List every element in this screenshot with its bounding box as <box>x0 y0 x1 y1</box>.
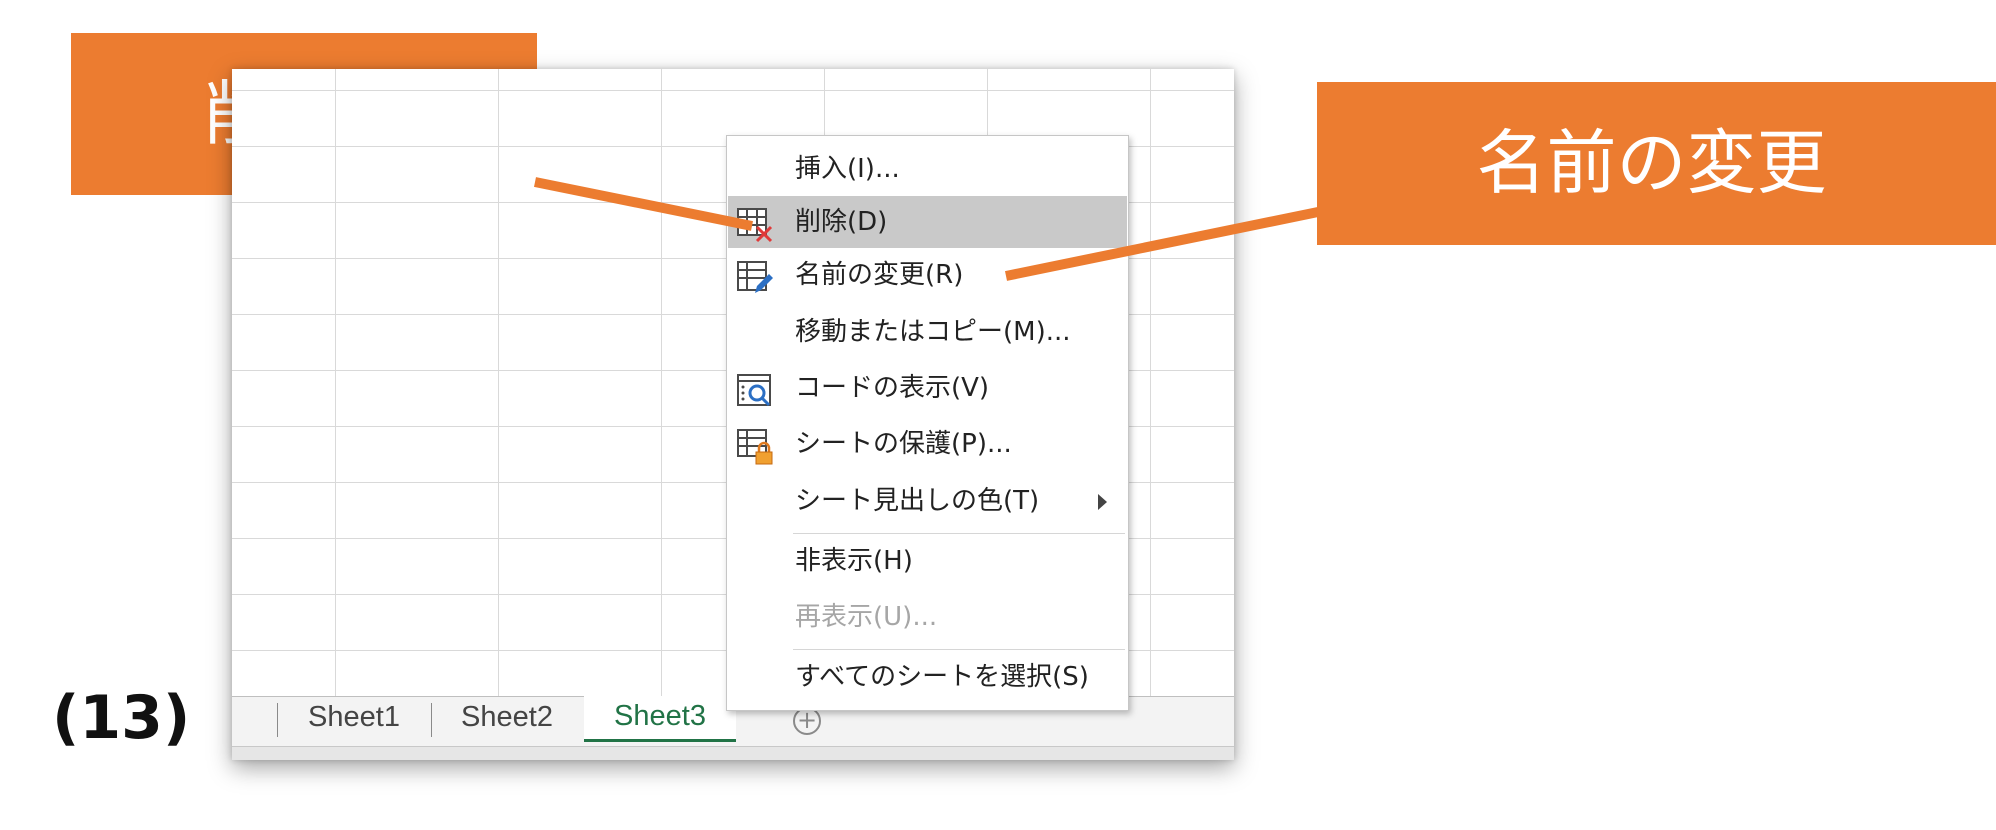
sheet-tab-context-menu: 挿入(I)... 削除(D) 名前の変更(R) 移動またはコピー(M)... コ… <box>726 135 1129 711</box>
menu-item-label: 非表示(H) <box>795 546 913 576</box>
rename-sheet-icon <box>737 261 773 293</box>
status-strip <box>232 746 1234 760</box>
menu-item-tab-color[interactable]: シート見出しの色(T) <box>728 475 1127 527</box>
menu-separator <box>793 649 1125 650</box>
callout-rename: 名前の変更 <box>1317 82 1996 245</box>
menu-item-label: コードの表示(V) <box>795 373 990 403</box>
menu-item-label: シート見出しの色(T) <box>795 486 1040 516</box>
menu-item-insert[interactable]: 挿入(I)... <box>728 143 1127 195</box>
step-number: (13) <box>52 683 191 753</box>
sheet-tab-sheet3-active[interactable]: Sheet3 <box>584 696 736 742</box>
sheet-tab-sheet2[interactable]: Sheet2 <box>432 697 582 741</box>
menu-item-label: すべてのシートを選択(S) <box>795 662 1089 692</box>
menu-item-rename[interactable]: 名前の変更(R) <box>728 249 1127 301</box>
menu-item-unhide: 再表示(U)... <box>728 591 1127 643</box>
add-sheet-button[interactable]: + <box>793 707 821 735</box>
menu-item-move-copy[interactable]: 移動またはコピー(M)... <box>728 306 1127 358</box>
menu-item-view-code[interactable]: コードの表示(V) <box>728 362 1127 414</box>
menu-separator <box>793 533 1125 534</box>
sheet-tab-sheet1[interactable]: Sheet1 <box>278 697 430 741</box>
submenu-arrow-icon <box>1098 494 1107 510</box>
view-code-icon <box>737 374 771 407</box>
menu-item-label: 再表示(U)... <box>795 602 938 632</box>
menu-item-select-all-sheets[interactable]: すべてのシートを選択(S) <box>728 651 1127 703</box>
menu-item-label: シートの保護(P)... <box>795 429 1012 459</box>
menu-item-protect-sheet[interactable]: シートの保護(P)... <box>728 418 1127 470</box>
menu-item-delete[interactable]: 削除(D) <box>728 196 1127 248</box>
menu-item-hide[interactable]: 非表示(H) <box>728 535 1127 587</box>
menu-item-label: 名前の変更(R) <box>795 260 964 290</box>
menu-item-label: 挿入(I)... <box>795 154 900 184</box>
menu-item-label: 削除(D) <box>795 207 888 237</box>
delete-sheet-icon <box>737 208 773 243</box>
menu-item-label: 移動またはコピー(M)... <box>795 317 1071 347</box>
protect-sheet-icon <box>737 429 773 465</box>
